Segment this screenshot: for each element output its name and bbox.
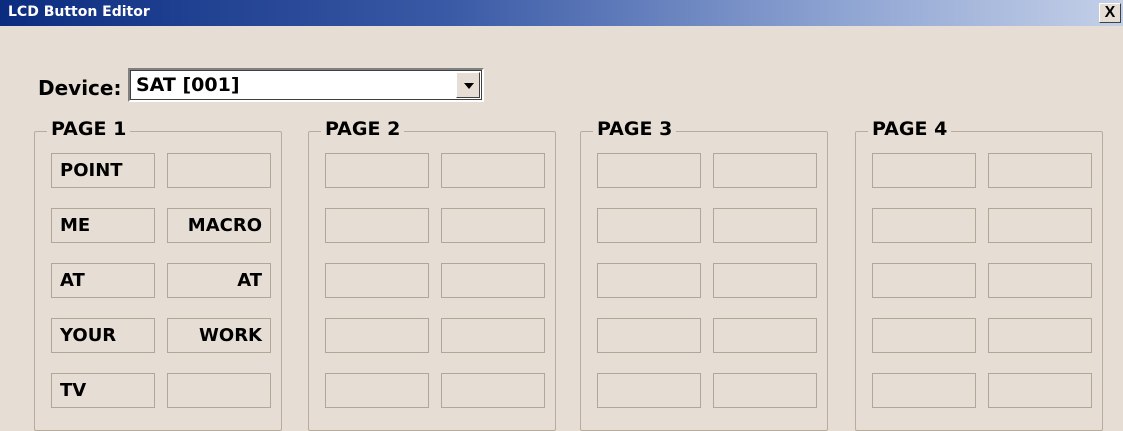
lcd-button[interactable] bbox=[988, 318, 1092, 353]
lcd-button[interactable] bbox=[872, 373, 976, 408]
lcd-button[interactable] bbox=[713, 153, 817, 188]
lcd-button[interactable] bbox=[872, 153, 976, 188]
title-bar: LCD Button Editor X bbox=[0, 0, 1123, 26]
lcd-button[interactable] bbox=[441, 153, 545, 188]
lcd-button[interactable] bbox=[597, 318, 701, 353]
device-selected-value: SAT [001] bbox=[136, 74, 240, 96]
lcd-button[interactable] bbox=[441, 208, 545, 243]
lcd-button[interactable] bbox=[441, 263, 545, 298]
lcd-button[interactable] bbox=[713, 318, 817, 353]
lcd-button[interactable] bbox=[713, 373, 817, 408]
lcd-button[interactable] bbox=[597, 263, 701, 298]
page-group-label: PAGE 4 bbox=[868, 118, 952, 140]
lcd-button[interactable] bbox=[988, 263, 1092, 298]
lcd-button[interactable]: POINT bbox=[51, 153, 155, 188]
lcd-button[interactable] bbox=[325, 263, 429, 298]
window-title: LCD Button Editor bbox=[8, 4, 150, 20]
lcd-button[interactable] bbox=[713, 263, 817, 298]
page-group-label: PAGE 2 bbox=[321, 118, 405, 140]
lcd-button[interactable] bbox=[713, 208, 817, 243]
lcd-button[interactable] bbox=[988, 153, 1092, 188]
device-label: Device: bbox=[38, 76, 122, 100]
lcd-button[interactable] bbox=[167, 373, 271, 408]
lcd-button[interactable] bbox=[325, 373, 429, 408]
lcd-button[interactable] bbox=[325, 318, 429, 353]
page-group-label: PAGE 3 bbox=[593, 118, 677, 140]
device-dropdown[interactable]: SAT [001] bbox=[128, 68, 484, 102]
lcd-button[interactable] bbox=[597, 208, 701, 243]
close-button[interactable]: X bbox=[1099, 3, 1121, 23]
lcd-button[interactable] bbox=[988, 208, 1092, 243]
page-group-3: PAGE 3 bbox=[580, 118, 828, 431]
lcd-button[interactable] bbox=[988, 373, 1092, 408]
lcd-button[interactable] bbox=[441, 373, 545, 408]
lcd-button[interactable] bbox=[597, 373, 701, 408]
lcd-button[interactable] bbox=[441, 318, 545, 353]
lcd-button[interactable] bbox=[325, 153, 429, 188]
lcd-button[interactable] bbox=[872, 208, 976, 243]
page-group-2: PAGE 2 bbox=[308, 118, 556, 431]
lcd-button[interactable] bbox=[597, 153, 701, 188]
page-group-4: PAGE 4 bbox=[855, 118, 1103, 431]
lcd-button[interactable]: AT bbox=[167, 263, 271, 298]
lcd-button[interactable]: YOUR bbox=[51, 318, 155, 353]
chevron-down-icon[interactable] bbox=[456, 72, 480, 98]
lcd-button[interactable]: AT bbox=[51, 263, 155, 298]
page-group-1: PAGE 1 POINT ME MACRO AT AT YOUR WORK TV bbox=[34, 118, 282, 431]
lcd-button[interactable]: WORK bbox=[167, 318, 271, 353]
page-group-label: PAGE 1 bbox=[47, 118, 131, 140]
lcd-button[interactable] bbox=[872, 318, 976, 353]
lcd-button[interactable] bbox=[325, 208, 429, 243]
lcd-button[interactable]: MACRO bbox=[167, 208, 271, 243]
lcd-button[interactable] bbox=[167, 153, 271, 188]
lcd-button[interactable]: ME bbox=[51, 208, 155, 243]
lcd-button[interactable]: TV bbox=[51, 373, 155, 408]
lcd-button[interactable] bbox=[872, 263, 976, 298]
